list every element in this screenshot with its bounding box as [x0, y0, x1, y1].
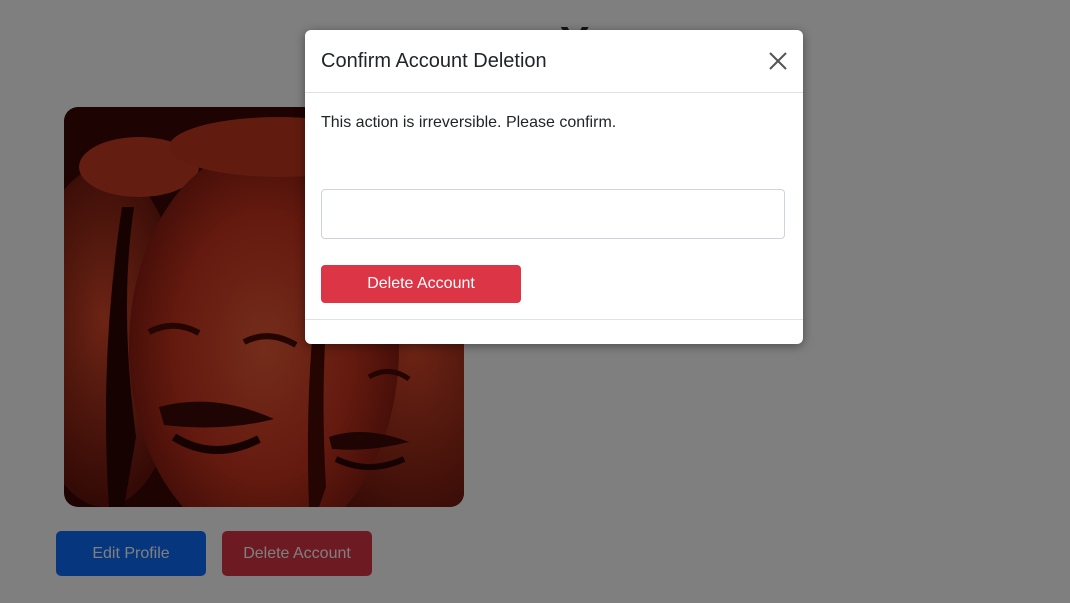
- confirm-input[interactable]: [321, 189, 785, 239]
- close-button[interactable]: [767, 50, 789, 72]
- close-icon: [769, 52, 787, 70]
- modal-title: Confirm Account Deletion: [321, 50, 547, 72]
- confirm-deletion-modal: Confirm Account Deletion This action is …: [305, 30, 803, 344]
- modal-header: Confirm Account Deletion: [305, 30, 803, 93]
- modal-body: This action is irreversible. Please conf…: [305, 93, 803, 320]
- modal-message: This action is irreversible. Please conf…: [321, 114, 617, 131]
- modal-delete-account-button[interactable]: Delete Account: [321, 265, 521, 303]
